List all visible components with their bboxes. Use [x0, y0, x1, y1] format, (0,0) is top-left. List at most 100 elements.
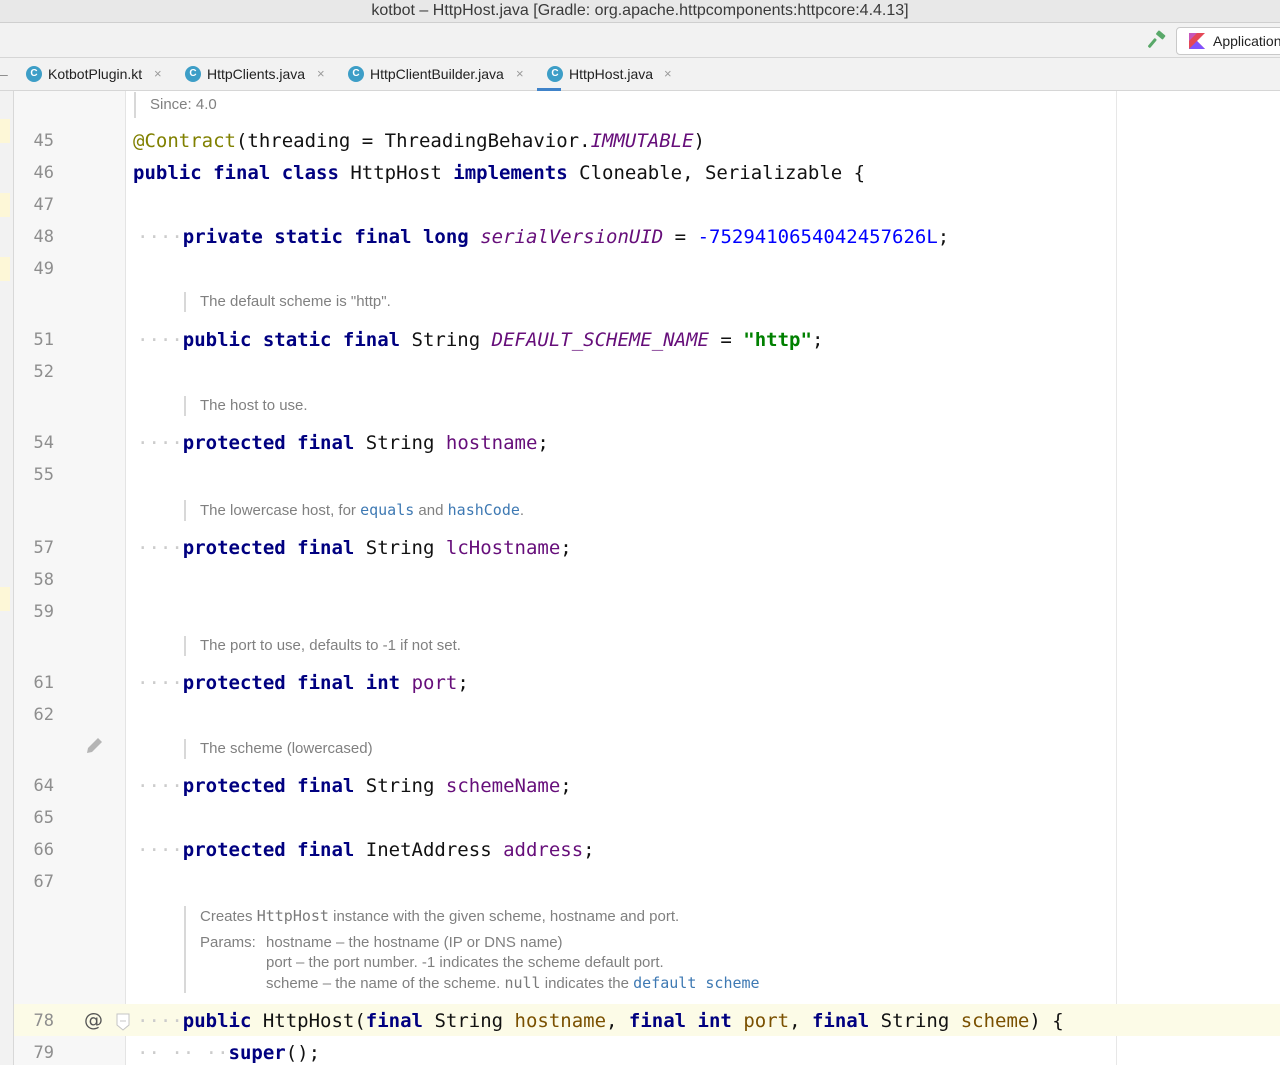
java-class-icon: C [348, 66, 364, 82]
doc-comment-constructor: Creates HttpHost instance with the given… [184, 906, 760, 993]
run-configuration-selector[interactable]: Application [1176, 27, 1280, 55]
doc-params-label: Params: [200, 934, 256, 951]
doc-text: Creates [200, 908, 257, 925]
doc-summary: Creates HttpHost instance with the given… [200, 906, 679, 927]
parameter: scheme [960, 1010, 1030, 1032]
code-text: ; [560, 775, 572, 797]
doc-code: null [504, 974, 541, 992]
close-icon[interactable]: × [317, 58, 325, 90]
code-text: = [708, 329, 744, 351]
keyword: implements [453, 162, 568, 184]
code-text: String [869, 1010, 961, 1032]
change-marker [0, 193, 10, 217]
code-text: , [789, 1010, 812, 1032]
code-line-45[interactable]: @Contract(threading = ThreadingBehavior.… [133, 125, 705, 157]
java-class-icon: C [547, 66, 563, 82]
field: hostname [445, 432, 538, 454]
tab-label: HttpClients.java [207, 66, 306, 82]
keyword: protected final [182, 775, 355, 797]
keyword: super [228, 1042, 286, 1064]
line-number: 57 [33, 538, 54, 558]
left-tool-strip [0, 91, 14, 1065]
code-text: ; [811, 329, 824, 351]
keyword: final [811, 1010, 870, 1032]
static-field: serialVersionUID [480, 226, 664, 248]
code-text: ; [560, 537, 572, 559]
keyword: public static final [182, 329, 401, 351]
hammer-icon[interactable] [1146, 29, 1168, 51]
close-icon[interactable]: × [516, 58, 524, 90]
code-text: HttpHost( [251, 1010, 366, 1032]
line-number: 55 [33, 465, 54, 485]
line-number: 48 [33, 227, 54, 247]
keyword: protected final [182, 839, 355, 861]
code-text: ; [583, 839, 595, 861]
line-number: 66 [33, 840, 54, 860]
keyword: final int [628, 1010, 732, 1032]
line-number: 54 [33, 433, 54, 453]
code-line-79[interactable]: ·· ·· ··super(); [137, 1037, 320, 1069]
change-marker [0, 119, 10, 143]
doc-param: hostname – the hostname (IP or DNS name) [266, 934, 563, 951]
run-configuration-label: Application [1213, 33, 1280, 49]
doc-link[interactable]: equals [360, 501, 414, 519]
code-line-66[interactable]: ····protected final InetAddress address; [137, 834, 595, 866]
tab-overflow-indicator: – [0, 66, 8, 82]
doc-text: scheme – the name of the scheme. [266, 975, 505, 992]
line-number: 51 [33, 330, 54, 350]
field: port [411, 672, 458, 694]
code-text: , [606, 1010, 629, 1032]
window-title: kotbot – HttpHost.java [Gradle: org.apac… [0, 0, 1280, 23]
code-line-61[interactable]: ····protected final int port; [137, 667, 469, 699]
keyword: final [365, 1010, 423, 1032]
code-line-46[interactable]: public final class HttpHost implements C… [133, 157, 865, 189]
line-number: 58 [33, 570, 54, 590]
doc-link[interactable]: default scheme [633, 974, 759, 992]
keyword: protected final [182, 432, 355, 454]
code-text: String [354, 775, 446, 797]
code-text: ; [937, 226, 950, 248]
code-line-51[interactable]: ····public static final String DEFAULT_S… [137, 324, 823, 356]
line-number: 62 [33, 705, 54, 725]
code-line-57[interactable]: ····protected final String lcHostname; [137, 532, 572, 564]
kotlin-class-icon: C [26, 66, 42, 82]
line-number: 47 [33, 195, 54, 215]
keyword: public final class [133, 162, 339, 184]
doc-comment: The port to use, defaults to -1 if not s… [184, 636, 461, 656]
line-number: 49 [33, 259, 54, 279]
code-line-78[interactable]: ····public HttpHost(final String hostnam… [137, 1005, 1064, 1037]
kotlin-icon [1189, 33, 1205, 49]
at-sign-icon[interactable]: @ [84, 1006, 103, 1034]
code-line-48[interactable]: ····private static final long serialVers… [137, 221, 949, 253]
line-number: 45 [33, 131, 54, 151]
doc-text: instance with the given scheme, hostname… [328, 908, 680, 925]
line-number: 79 [33, 1043, 54, 1063]
active-tab-indicator [537, 88, 561, 91]
line-number: 64 [33, 776, 54, 796]
code-text: String [400, 329, 492, 351]
parameter: hostname [514, 1010, 607, 1032]
doc-link[interactable]: hashCode [448, 501, 520, 519]
keyword: private static final long [182, 226, 469, 248]
code-text: = [663, 226, 698, 248]
annotation: @Contract [133, 130, 236, 152]
line-number: 52 [33, 362, 54, 382]
keyword: protected final int [182, 672, 401, 694]
change-marker [0, 257, 10, 281]
code-text: ) [693, 130, 705, 152]
tab-label: HttpClientBuilder.java [370, 66, 504, 82]
fold-marker-icon[interactable] [116, 1013, 130, 1031]
pencil-icon[interactable] [84, 736, 104, 756]
doc-since: Since: 4.0 [134, 92, 217, 118]
code-line-54[interactable]: ····protected final String hostname; [137, 427, 549, 459]
code-text: ) { [1029, 1010, 1064, 1032]
doc-comment: The default scheme is "http". [184, 292, 391, 312]
doc-code: HttpHost [256, 907, 329, 925]
change-marker [0, 587, 10, 611]
close-icon[interactable]: × [664, 58, 672, 90]
doc-params: Params: hostname – the hostname (IP or DN… [200, 933, 760, 993]
close-icon[interactable]: × [154, 58, 162, 90]
enum-constant: IMMUTABLE [590, 130, 694, 152]
line-number: 78 [33, 1011, 54, 1031]
code-line-64[interactable]: ····protected final String schemeName; [137, 770, 572, 802]
